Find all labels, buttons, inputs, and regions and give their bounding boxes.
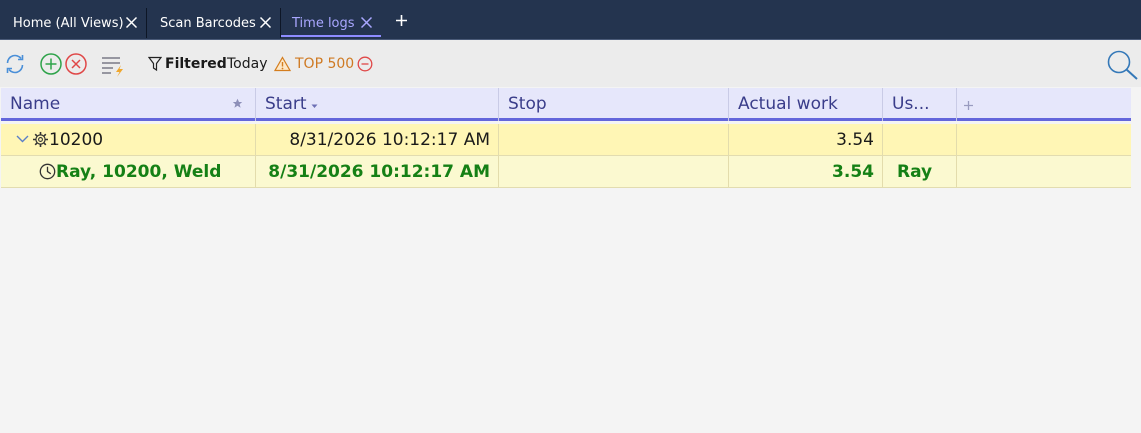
search-icon[interactable] <box>1106 49 1140 81</box>
row-user: Ray <box>897 162 933 182</box>
close-icon[interactable] <box>125 16 138 29</box>
tab-bar: Home (All Views) Scan Barcodes Time logs <box>0 0 1141 40</box>
time-log-row[interactable]: Ray, 10200, Weld 8/31/2026 10:12:17 AM 3… <box>1 156 1131 188</box>
add-column-icon[interactable] <box>963 100 974 111</box>
row-start: 8/31/2026 10:12:17 AM <box>268 162 490 182</box>
tab-time-logs[interactable]: Time logs <box>281 8 381 38</box>
row-actual-work: 3.54 <box>832 162 874 182</box>
gear-icon <box>33 132 48 147</box>
close-icon[interactable] <box>360 16 373 29</box>
tab-label: Home (All Views) <box>13 15 124 31</box>
stop-cell <box>499 156 729 187</box>
start-cell: 8/31/2026 10:12:17 AM <box>256 124 499 155</box>
row-actual-work: 3.54 <box>836 130 874 150</box>
tab-label: Scan Barcodes <box>160 15 256 31</box>
refresh-icon[interactable] <box>3 52 27 76</box>
warning-icon <box>274 56 291 72</box>
grid-header: Name Start Stop Actual work Us... <box>1 88 1131 121</box>
active-tab-indicator <box>281 35 381 37</box>
row-name: Ray, 10200, Weld <box>56 162 222 182</box>
row-name: 10200 <box>49 130 104 150</box>
chevron-down-icon[interactable] <box>16 135 29 143</box>
filter-icon[interactable] <box>148 56 162 72</box>
add-icon[interactable] <box>39 52 63 76</box>
column-header-actual-work[interactable]: Actual work <box>729 88 883 121</box>
actual-work-cell: 3.54 <box>729 156 883 187</box>
column-header-name[interactable]: Name <box>1 88 256 121</box>
pin-icon[interactable] <box>232 98 243 109</box>
tab-home-all-views[interactable]: Home (All Views) <box>0 8 147 38</box>
delete-icon[interactable] <box>64 52 88 76</box>
sort-desc-icon <box>311 104 318 108</box>
filtered-label[interactable]: Filtered <box>165 56 227 72</box>
batch-edit-icon[interactable] <box>100 53 126 77</box>
top-limit-label[interactable]: TOP 500 <box>295 56 354 72</box>
tab-label: Time logs <box>292 15 355 31</box>
user-cell: Ray <box>883 156 957 187</box>
actual-work-cell: 3.54 <box>729 124 883 155</box>
name-cell: Ray, 10200, Weld <box>1 156 256 187</box>
start-cell: 8/31/2026 10:12:17 AM <box>256 156 499 187</box>
column-header-start[interactable]: Start <box>256 88 499 121</box>
user-cell <box>883 124 957 155</box>
column-header-user[interactable]: Us... <box>883 88 957 121</box>
close-icon[interactable] <box>259 16 272 29</box>
group-row[interactable]: 10200 8/31/2026 10:12:17 AM 3.54 <box>1 124 1131 156</box>
column-header-stop[interactable]: Stop <box>499 88 729 121</box>
filter-value[interactable]: Today <box>227 56 268 72</box>
stop-cell <box>499 124 729 155</box>
tab-scan-barcodes[interactable]: Scan Barcodes <box>147 8 281 38</box>
name-cell: 10200 <box>1 124 256 155</box>
row-start: 8/31/2026 10:12:17 AM <box>289 130 490 150</box>
remove-limit-icon[interactable] <box>357 56 373 72</box>
clock-icon <box>39 163 56 180</box>
add-tab-icon[interactable] <box>395 14 408 27</box>
